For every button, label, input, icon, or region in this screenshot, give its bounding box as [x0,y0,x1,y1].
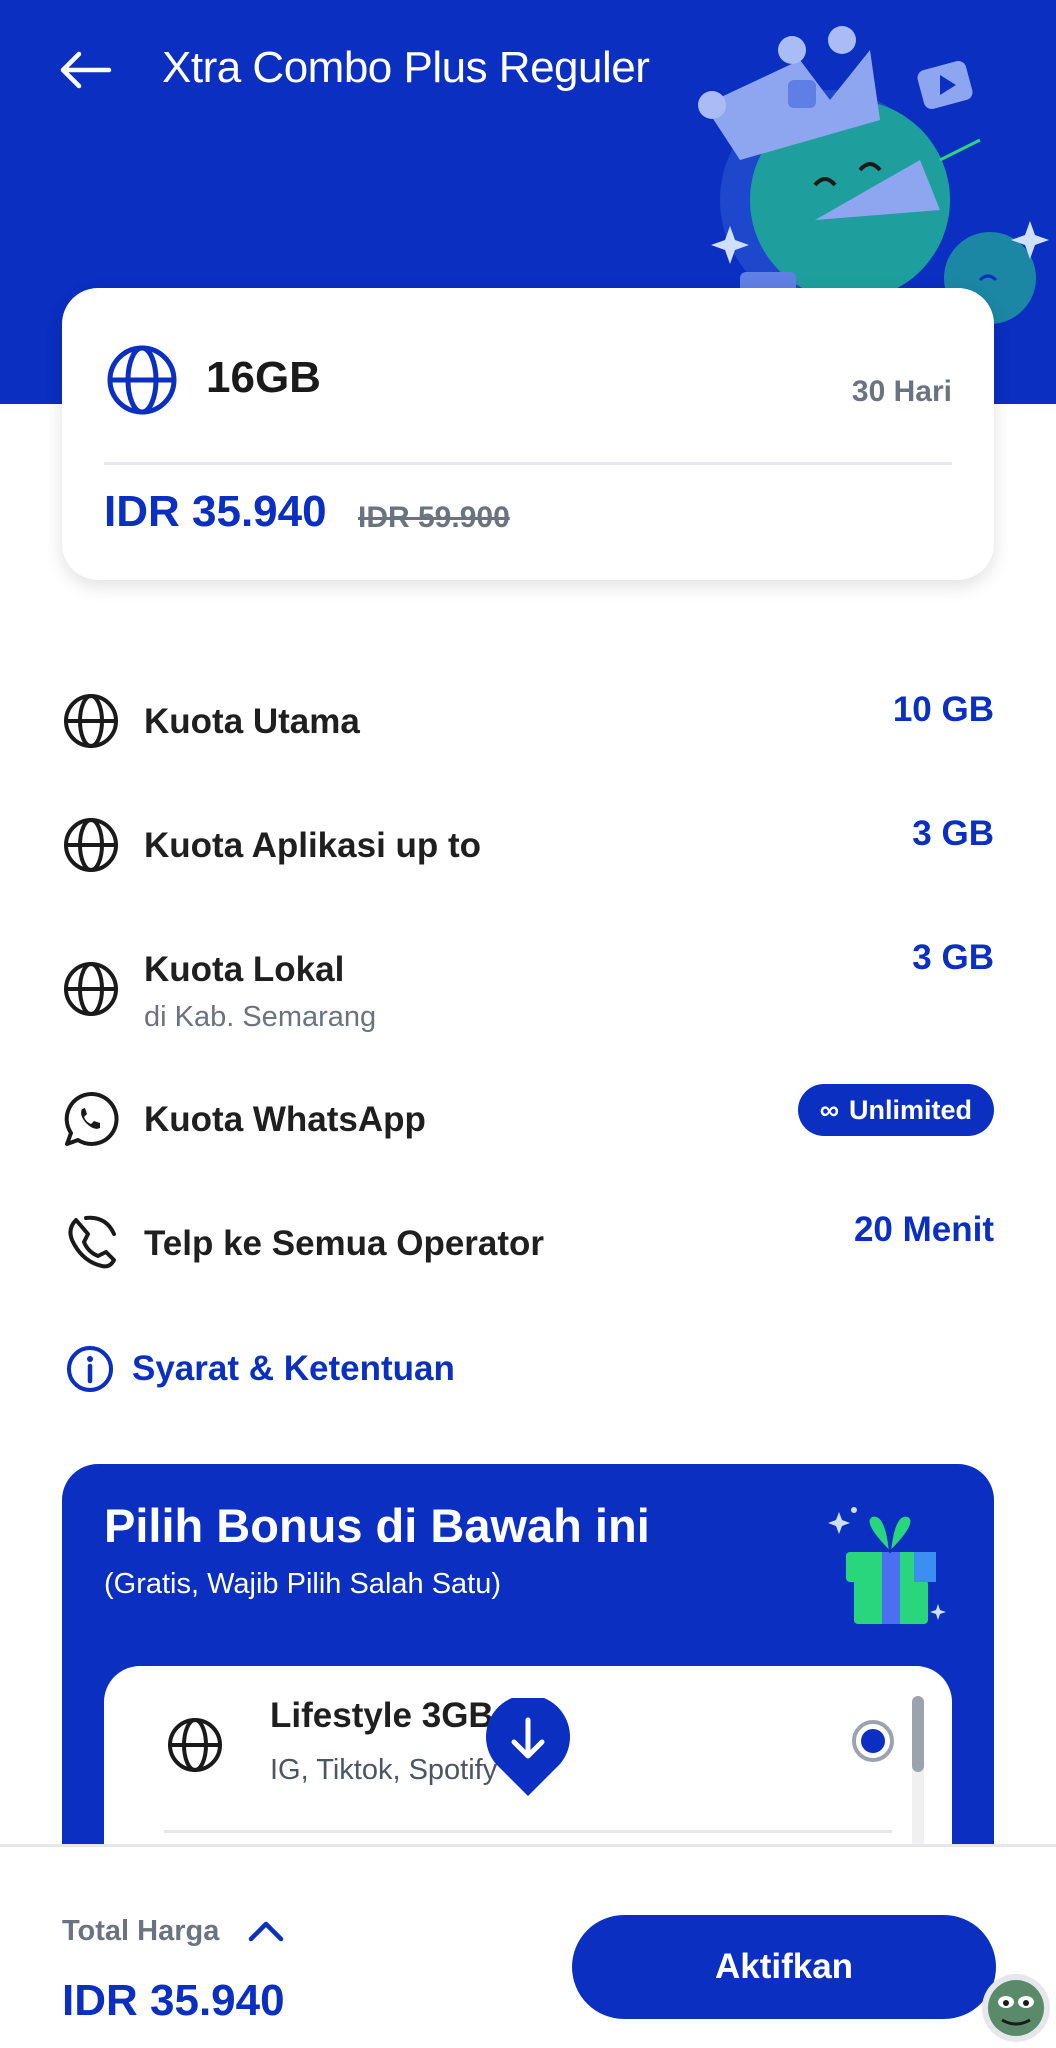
benefit-value: 3 GB [912,938,994,977]
globe-icon [168,1718,222,1772]
package-original-price: IDR 59.900 [358,501,510,534]
scrollbar[interactable] [912,1696,924,1844]
bottom-bar: Total Harga IDR 35.940 Aktifkan [0,1844,1056,2048]
benefit-label: Kuota Utama [144,702,360,741]
benefit-item: Kuota Utama 10 GB [62,688,994,748]
package-duration: 30 Hari [851,375,952,408]
benefit-item: Telp ke Semua Operator 20 Menit [62,1208,994,1269]
benefit-item: Kuota Lokal di Kab. Semarang 3 GB [62,936,994,1036]
package-price: IDR 35.940 [104,487,327,536]
benefit-value: 20 Menit [853,1210,994,1249]
page-title: Xtra Combo Plus Reguler [162,43,650,92]
benefit-label: Telp ke Semua Operator [144,1224,545,1263]
benefit-sublabel: di Kab. Semarang [144,1001,377,1033]
benefit-value: 3 GB [912,814,994,853]
unlimited-badge: ∞ Unlimited [797,1084,994,1136]
gift-icon [828,1507,946,1624]
badge-label: Unlimited [848,1094,972,1125]
infinity-icon: ∞ [819,1094,839,1125]
back-button[interactable] [50,38,120,102]
total-toggle[interactable]: Total Harga [62,1911,285,1951]
info-icon [67,1346,113,1392]
benefit-item: Kuota Aplikasi up to 3 GB [62,812,994,872]
bonus-title: Pilih Bonus di Bawah ini [104,1499,650,1552]
globe-icon [64,818,118,872]
activate-button[interactable]: Aktifkan [572,1915,996,2019]
benefit-label: Kuota Lokal [144,950,345,989]
divider [104,462,952,465]
mascot-illustration [698,26,1049,324]
benefit-item: Kuota WhatsApp ∞ Unlimited [62,1084,994,1146]
total-price: IDR 35.940 [62,1976,285,2025]
bonus-option-radio[interactable] [852,1720,894,1762]
avatar [982,1974,1050,2042]
globe-icon [64,694,118,748]
benefit-label: Kuota WhatsApp [144,1100,426,1139]
bonus-subtitle: (Gratis, Wajib Pilih Salah Satu) [104,1568,502,1600]
benefit-value: 10 GB [892,690,994,729]
package-card: 16GB 30 Hari IDR 35.940 IDR 59.900 [62,288,994,580]
radio-selected-dot [861,1729,885,1753]
benefit-label: Kuota Aplikasi up to [144,826,482,865]
bonus-option-title: Lifestyle 3GB [270,1696,494,1735]
terms-label: Syarat & Ketentuan [132,1349,455,1388]
scroll-down-button[interactable] [486,1698,570,1798]
globe-icon [64,962,118,1016]
total-label: Total Harga [62,1915,220,1947]
whatsapp-icon [64,1091,119,1146]
globe-icon [107,345,177,415]
package-name: 16GB [206,353,321,402]
terms-link[interactable]: Syarat & Ketentuan [66,1344,455,1394]
scrollbar-thumb[interactable] [912,1696,924,1772]
divider [164,1830,892,1833]
phone-icon [68,1215,116,1269]
bonus-option-description: IG, Tiktok, Spotify [270,1754,498,1786]
chevron-up-icon [249,1921,284,1942]
arrow-left-icon [60,51,112,89]
